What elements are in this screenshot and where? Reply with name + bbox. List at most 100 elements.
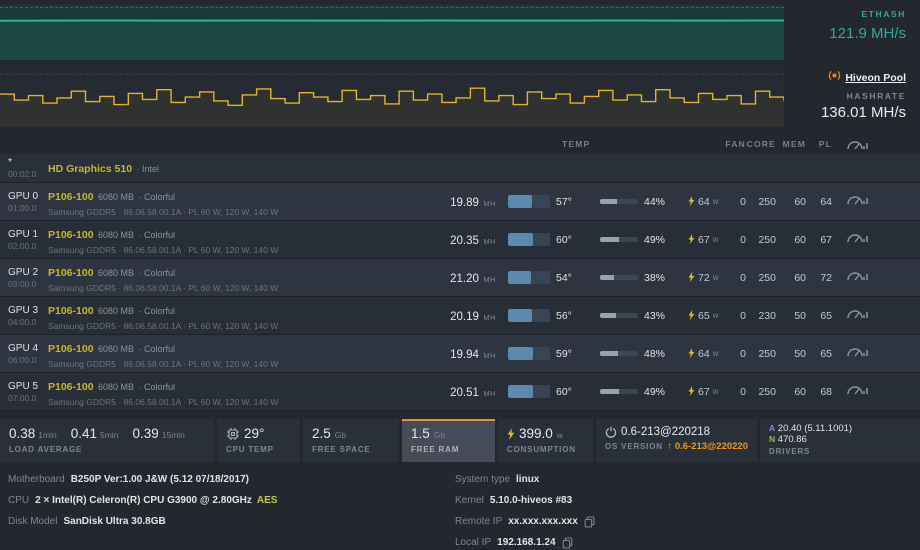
info-value: xx.xxx.xxx.xxx [508,516,578,527]
cpu-chip-icon [226,427,240,441]
hiveos-worker-dashboard: ETHASH 121.9 MH/s Hiveon Pool HASHRATE 1… [0,0,920,550]
oc-gauge-icon[interactable] [834,230,920,249]
pool-link[interactable]: Hiveon Pool [845,72,906,84]
free-ram-label: FREE RAM [411,445,460,454]
local-ip-row: Local IP 192.168.1.24 [455,536,595,549]
info-label: CPU [8,495,30,506]
gpu-temp-bar [500,195,556,208]
gpu-model-name[interactable]: P106-100 [48,191,94,203]
oc-gauge-icon[interactable] [834,268,920,287]
consumption-tile[interactable]: 399.0 w CONSUMPTION [498,419,593,462]
info-value: 5.10.0-hiveos #83 [489,495,573,506]
amd-driver-letter: A [769,423,776,433]
cpu-temp-tile[interactable]: 29° CPU TEMP [217,419,300,462]
load-1min-value: 0.38 [9,426,36,441]
gpu-temp-bar [500,309,556,322]
gpu-model-name[interactable]: P106-100 [48,381,94,393]
free-space-tile[interactable]: 2.5 Gb FREE SPACE [303,419,399,462]
gpu-oc-core: 250 [758,385,776,398]
info-label: Disk Model [8,516,58,527]
info-label: Motherboard [8,474,65,485]
gpu-oc-pl: 65 [820,347,832,360]
gpu-brand: · Colorful [138,343,175,354]
gpu-model-name[interactable]: P106-100 [48,267,94,279]
hiveon-pool-icon [828,69,841,87]
gpu-brand: · Colorful [138,267,175,278]
oc-gauge-icon[interactable] [834,192,920,211]
pool-sparkline [0,87,785,127]
info-value: 2 × Intel(R) Celeron(R) CPU G3900 @ 2.80… [35,495,252,506]
gpu-fan-bar [600,313,644,318]
oc-gauge-icon[interactable] [834,382,920,401]
gpu-mem-size: 6080 MB [98,305,135,316]
gpu-detail: Samsung GDDR5 · 86.06.58.00.1A · PL 60 W… [48,358,279,369]
power-symbol-icon [605,426,617,438]
load-average-tile[interactable]: 0.38 1min 0.41 5min 0.39 15min LOAD AVERAGE [0,419,214,462]
gpu-row: GPU 4 06:00.0 P106-100 6080 MB · Colorful S… [0,335,920,373]
gpu-bus-id: 07:00.0 [8,392,37,403]
copy-icon[interactable] [584,515,595,528]
gpu-slot: GPU 0 [8,190,39,202]
gpu-slot-cell: GPU 4 06:00.0 [0,343,44,365]
gpu-model-cell: P106-100 6080 MB · Colorful Samsung GDDR5… [44,377,444,407]
ethash-label: ETHASH [861,9,906,19]
gpu-model-name[interactable]: P106-100 [48,305,94,317]
gpu-fan-value: 48% [644,347,666,360]
nvidia-driver-letter: N [769,434,776,444]
gpu-hashrate: 21.20 MH [450,272,496,285]
os-version-tile[interactable]: 0.6-213@220218 OS VERSION ↑ 0.6-213@2202… [596,419,757,462]
gauge-header-icon [846,137,868,156]
gpu-fan-value: 49% [644,233,666,246]
gpu-model-name[interactable]: P106-100 [48,229,94,241]
integrated-gpu-row: * 00:02.0 HD Graphics 510 · Intel [0,154,920,183]
gpu-brand: · Colorful [138,381,175,392]
stats-bar: 0.38 1min 0.41 5min 0.39 15min LOAD AVERAGE… [0,419,920,462]
power-bolt-icon [507,427,515,440]
os-version-label: OS VERSION [605,442,663,451]
gpu-row: GPU 0 01:00.0 P106-100 6080 MB · Colorful S… [0,183,920,221]
oc-gauge-icon[interactable] [834,306,920,325]
gpu-oc-core: 250 [758,271,776,284]
copy-icon[interactable] [562,536,573,549]
load-5min-value: 0.41 [70,426,97,441]
info-value: SanDisk Ultra 30.8GB [63,516,166,527]
os-upgrade-version: 0.6-213@220220 [674,441,748,452]
free-ram-tile[interactable]: 1.5 Gb FREE RAM [402,419,495,462]
system-type-row: System type linux [455,473,595,486]
oc-gauge-icon[interactable] [834,344,920,363]
gpu-mem-size: 6080 MB [98,381,135,392]
gpu-mem-size: 6080 MB [98,343,135,354]
power-bolt-icon [688,345,695,363]
os-version-value: 0.6-213@220218 [621,426,711,438]
gpu-hashrate: 19.94 MH [450,348,496,361]
header-pl: PL [818,139,832,149]
consumption-label: CONSUMPTION [507,445,576,454]
header-mem: MEM [782,139,806,149]
gpu-oc-pl: 68 [820,385,832,398]
gpu-temp-value: 60° [556,233,572,246]
gpu-model-cell: P106-100 6080 MB · Colorful Samsung GDDR5… [44,339,444,369]
ethash-hashrate-chart [0,5,785,60]
free-space-label: FREE SPACE [312,445,371,454]
gpu-oc-fan: 0 [740,233,746,246]
hashrate-label: HASHRATE [846,91,906,101]
gpu-oc-pl: 65 [820,309,832,322]
integrated-gpu-name[interactable]: HD Graphics 510 [48,163,132,175]
gpu-row: GPU 1 02:00.0 P106-100 6080 MB · Colorful S… [0,221,920,259]
gpu-power: 67 w [684,231,736,249]
gpu-hashrate: 19.89 MH [450,196,496,209]
os-upgrade-link[interactable]: ↑ 0.6-213@220220 [667,441,748,452]
gpu-detail: Samsung GDDR5 · 86.06.58.00.1A · PL 60 W… [48,320,279,331]
header-core: CORE [746,139,776,149]
gpu-model-name[interactable]: P106-100 [48,343,94,355]
gpu-temp-bar [500,271,556,284]
gpu-hashrate: 20.51 MH [450,386,496,399]
gpu-power: 72 w [684,269,736,287]
gpu-oc-fan: 0 [740,271,746,284]
gpu-oc-mem: 60 [794,271,806,284]
drivers-tile[interactable]: A 20.40 (5.11.1001) N 470.86 DRIVERS [760,419,920,462]
gpu-fan-bar [600,237,644,242]
ethash-sparkline [0,19,785,60]
integrated-bus: 00:02.0 [8,169,37,179]
consumption-value: 399.0 [519,426,553,441]
